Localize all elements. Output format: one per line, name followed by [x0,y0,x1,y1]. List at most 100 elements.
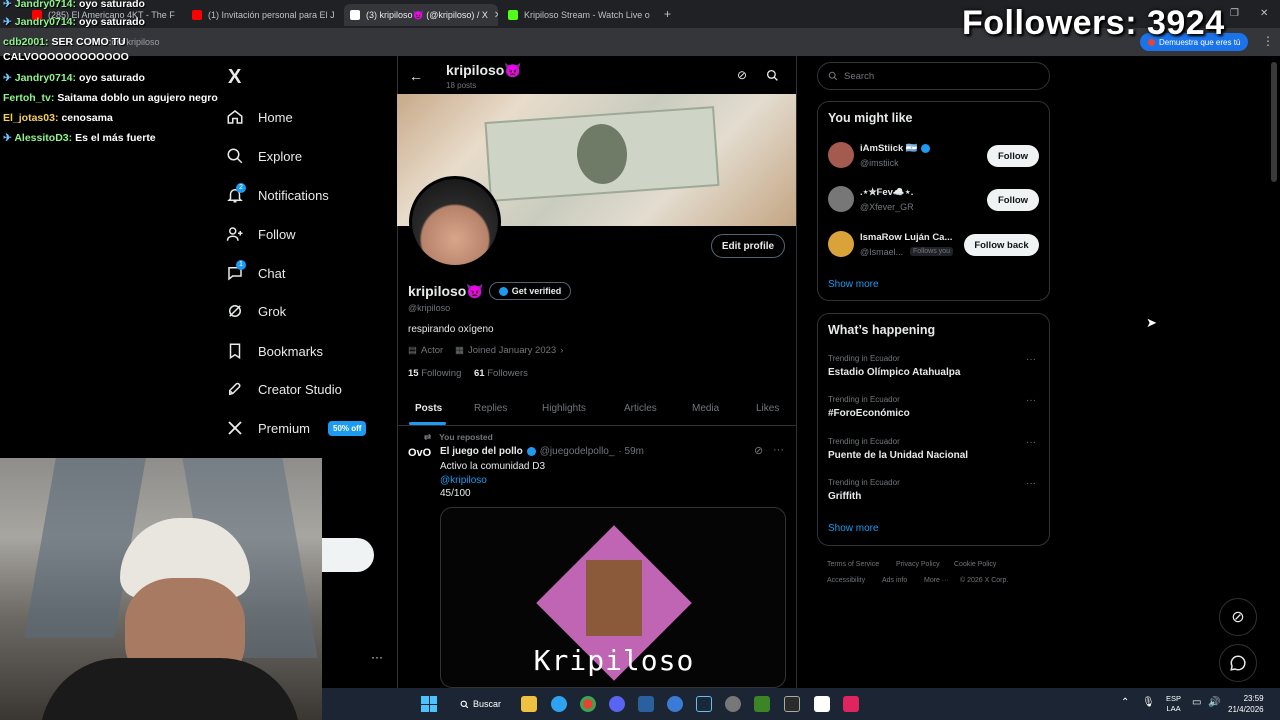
app-icon[interactable] [843,696,859,712]
sidebar-item-bookmarks[interactable]: Bookmarks [226,342,323,360]
trend-name[interactable]: Puente de la Unidad Nacional [828,450,968,461]
clock[interactable]: 23:59 21/4/2026 [1228,693,1264,715]
following-stat[interactable]: 15 Following [408,368,461,379]
grok-icon[interactable]: ⊘ [737,68,747,82]
sidebar-item-follow[interactable]: Follow [226,225,296,243]
trend-more-icon[interactable]: ··· [1026,478,1036,489]
footer-link-accessibility[interactable]: Accessibility [827,577,865,584]
suggestion-name[interactable]: .⋆✮Fev☁️⋆. [860,187,913,198]
app-icon[interactable] [667,696,683,712]
sidebar-item-home[interactable]: Home [226,108,293,126]
browser-tab-2[interactable]: (1) Invitación personal para El J ✕ [186,4,340,26]
trend-more-icon[interactable]: ··· [1026,354,1036,365]
suggestion-handle: @Xfever_GR [860,202,914,212]
tab-highlights[interactable]: Highlights [542,403,586,414]
suggestion-avatar[interactable] [828,231,854,257]
file-explorer-icon[interactable] [521,696,537,712]
back-arrow-icon[interactable]: ← [409,68,423,84]
close-icon[interactable]: ✕ [494,10,498,21]
volume-icon[interactable]: 🔊 [1208,697,1220,708]
trend-meta: Trending in Ecuador [828,395,900,404]
tab-posts[interactable]: Posts [415,403,442,414]
post-author[interactable]: El juego del pollo [440,446,523,457]
post-handle[interactable]: @juegodelpollo_ [540,446,615,457]
tab-articles[interactable]: Articles [624,403,657,414]
chrome-icon[interactable] [580,696,596,712]
footer-link-privacy[interactable]: Privacy Policy [896,561,940,568]
footer-link-terms[interactable]: Terms of Service [827,561,879,568]
chevron-right-icon: › [560,345,564,356]
sidebar-item-premium[interactable]: Premium 50% off [226,419,367,437]
trend-more-icon[interactable]: ··· [1026,395,1036,406]
edge-icon[interactable] [551,696,567,712]
app-icon[interactable] [638,696,654,712]
follow-back-button[interactable]: Follow back [964,234,1039,256]
verified-icon [498,286,508,296]
trend-name[interactable]: #ForoEconómico [828,408,910,419]
chevron-up-icon[interactable]: ⌃ [1121,697,1129,708]
profile-avatar[interactable] [409,176,501,268]
scrollbar[interactable] [1271,62,1277,182]
chat-message: ✈ AlessitoD3: Es el más fuerte [3,132,156,144]
messages-float-button[interactable] [1219,644,1257,682]
browser-tab-3[interactable]: (3) kripiloso👿 (@kripiloso) / X ✕ [344,4,498,26]
suggestion-name[interactable]: iAmStiick 🇦🇷 [860,143,930,154]
epic-games-icon[interactable] [784,696,800,712]
post-more-icon[interactable]: ··· [773,444,784,456]
footer-link-more[interactable]: More ··· [924,577,949,584]
app-icon[interactable] [725,696,741,712]
windows-start-icon[interactable] [421,696,437,712]
search-icon[interactable] [766,69,779,82]
more-icon[interactable]: ··· [371,650,383,664]
tab-label: (3) kripiloso👿 (@kripiloso) / X [366,9,488,20]
search-box[interactable]: Search [817,62,1050,90]
post-time[interactable]: · 59m [618,446,644,457]
menu-icon[interactable]: ⋮ [1262,34,1274,48]
taskbar-search[interactable]: Buscar [454,695,514,713]
grok-float-button[interactable]: ⊘ [1219,598,1257,636]
grok-post-icon[interactable]: ⊘ [754,444,763,457]
follow-button[interactable]: Follow [987,189,1039,211]
show-more-link[interactable]: Show more [828,523,879,534]
language-indicator[interactable]: ESP LAA [1166,694,1181,714]
microphone-icon[interactable]: 🎙 [1142,697,1155,708]
app-icon[interactable] [814,696,830,712]
trend-meta: Trending in Ecuador [828,478,900,487]
network-icon[interactable]: ▭ [1192,697,1201,708]
new-tab-button[interactable]: + [664,7,671,21]
browser-tab-4[interactable]: Kripiloso Stream - Watch Live o ✕ [502,4,656,26]
discord-icon[interactable] [609,696,625,712]
footer-link-ads[interactable]: Ads info [882,577,907,584]
trend-name[interactable]: Griffith [828,491,861,502]
minecraft-icon[interactable] [754,696,770,712]
tab-replies[interactable]: Replies [474,403,507,414]
trend-more-icon[interactable]: ··· [1026,437,1036,448]
tab-likes[interactable]: Likes [756,403,779,414]
follow-button[interactable]: Follow [987,145,1039,167]
steam-icon[interactable] [696,696,712,712]
post-image[interactable]: Kripiloso [440,507,786,688]
sidebar-item-chat[interactable]: Chat [226,264,285,282]
post-mention[interactable]: @kripiloso [440,475,487,486]
maximize-icon[interactable]: ❐ [1230,8,1239,19]
sidebar-item-grok[interactable]: Grok [226,302,286,320]
get-verified-button[interactable]: Get verified [489,282,571,300]
x-logo[interactable]: X [228,66,241,89]
suggestion-avatar[interactable] [828,186,854,212]
footer-link-cookies[interactable]: Cookie Policy [954,561,996,568]
suggestion-name[interactable]: IsmaRow Luján Ca... [860,232,952,243]
post-button[interactable] [322,538,374,572]
edit-profile-button[interactable]: Edit profile [711,234,785,258]
show-more-link[interactable]: Show more [828,279,879,290]
profile-joined[interactable]: ▦ Joined January 2023 › [455,345,563,356]
tab-media[interactable]: Media [692,403,719,414]
sidebar-item-explore[interactable]: Explore [226,147,302,165]
close-window-icon[interactable]: ✕ [1260,8,1268,19]
author-avatar[interactable]: OvO [408,447,434,467]
followers-stat[interactable]: 61 Followers [474,368,528,379]
search-icon [460,700,469,708]
suggestion-avatar[interactable] [828,142,854,168]
trend-name[interactable]: Estadio Olímpico Atahualpa [828,367,960,378]
kick-icon [508,10,518,20]
sidebar-item-creator-studio[interactable]: Creator Studio [226,380,342,398]
